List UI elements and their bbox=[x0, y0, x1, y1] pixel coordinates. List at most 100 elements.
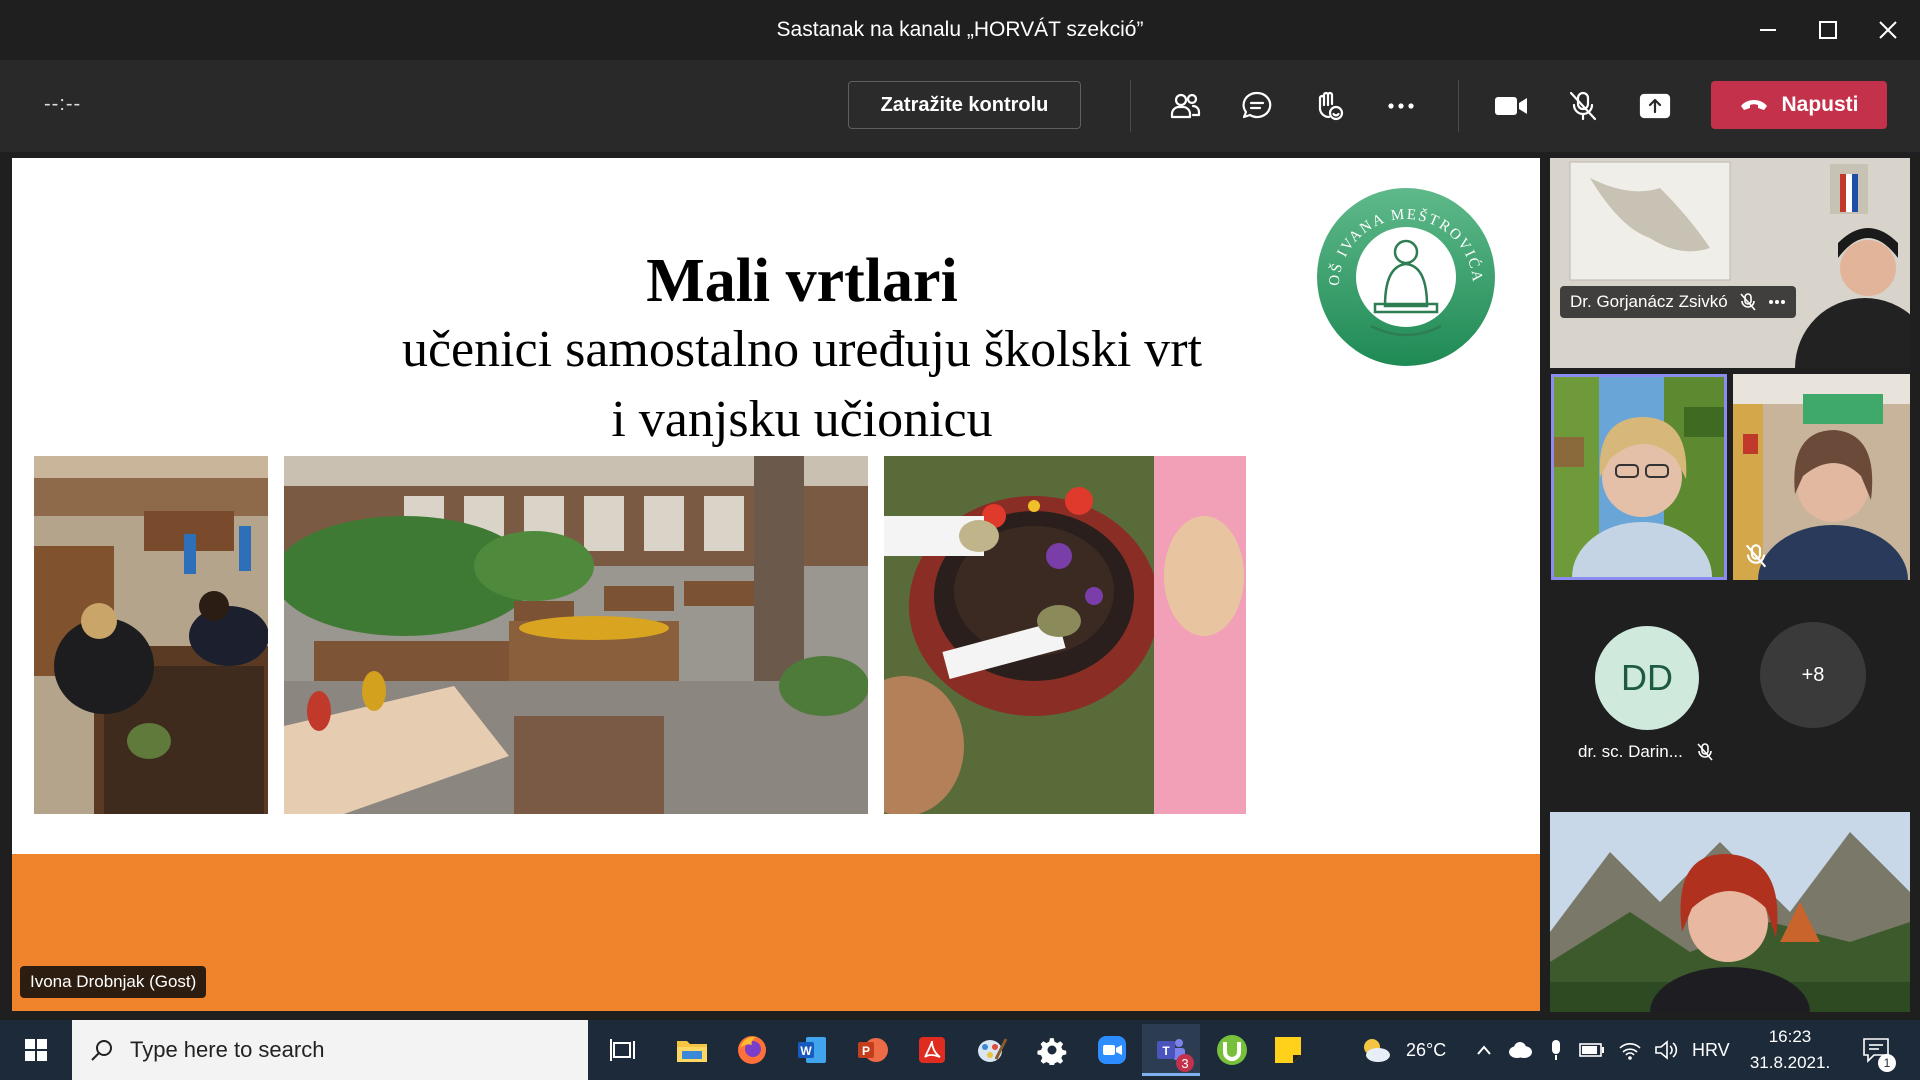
window-title: Sastanak na kanalu „HORVÁT szekció” bbox=[776, 18, 1144, 41]
minimize-icon bbox=[1760, 29, 1776, 31]
firefox-button[interactable] bbox=[724, 1024, 780, 1076]
windows-logo-icon bbox=[25, 1039, 47, 1061]
battery-icon bbox=[1579, 1043, 1604, 1057]
settings-button[interactable] bbox=[1024, 1024, 1080, 1076]
participant-video bbox=[1554, 377, 1724, 577]
powerpoint-button[interactable]: P bbox=[844, 1024, 900, 1076]
word-icon: W bbox=[798, 1037, 826, 1063]
microphone-tray-button[interactable] bbox=[1538, 1024, 1574, 1076]
zoom-icon bbox=[1098, 1036, 1126, 1064]
participant-video-tile[interactable]: Dr. Gorjanácz Zsivkó bbox=[1550, 158, 1910, 368]
weather-widget[interactable] bbox=[1348, 1024, 1404, 1076]
slide-subtitle-line1: učenici samostalno uređuju školski vrt bbox=[401, 321, 1203, 378]
share-screen-icon bbox=[1639, 93, 1671, 119]
camera-icon bbox=[1495, 97, 1527, 115]
volume-button[interactable] bbox=[1648, 1024, 1684, 1076]
clock-time[interactable]: 16:23 bbox=[1742, 1027, 1838, 1047]
garden-photo-planting bbox=[34, 456, 268, 814]
task-view-icon bbox=[610, 1039, 635, 1061]
svg-text:W: W bbox=[800, 1044, 812, 1058]
participant-name: Dr. Gorjanácz Zsivkó bbox=[1570, 292, 1728, 311]
phone-hangup-icon bbox=[1741, 100, 1768, 110]
raise-hand-button[interactable] bbox=[1305, 82, 1353, 130]
close-button[interactable] bbox=[1852, 0, 1920, 60]
teams-notification-badge: 3 bbox=[1176, 1054, 1194, 1072]
participant-name-label: dr. sc. Darin... bbox=[1578, 742, 1713, 762]
participant-avatar[interactable]: DD bbox=[1595, 626, 1699, 730]
notification-center-button[interactable]: 1 bbox=[1848, 1024, 1904, 1076]
participant-name-label: Dr. Gorjanácz Zsivkó bbox=[1560, 286, 1796, 318]
show-hidden-icons-button[interactable] bbox=[1466, 1024, 1502, 1076]
meeting-toolbar: --:-- Zatražite kontrolu Napusti bbox=[0, 60, 1920, 152]
microphone-muted-icon bbox=[1740, 293, 1756, 311]
more-options-button[interactable] bbox=[1377, 82, 1425, 130]
garden-photo-raised-beds bbox=[284, 456, 868, 814]
folder-icon bbox=[677, 1041, 707, 1062]
chat-button[interactable] bbox=[1233, 82, 1281, 130]
toolbar-divider bbox=[1130, 80, 1131, 132]
slide-title: Mali vrtlari bbox=[646, 247, 958, 315]
cloud-icon bbox=[1509, 1042, 1532, 1058]
slide-subtitle-line2: i vanjsku učionicu bbox=[611, 391, 993, 448]
leave-label: Napusti bbox=[1781, 93, 1859, 116]
onedrive-button[interactable] bbox=[1502, 1024, 1538, 1076]
sticky-notes-button[interactable] bbox=[1260, 1024, 1316, 1076]
utorrent-button[interactable] bbox=[1204, 1024, 1260, 1076]
microphone-muted-icon bbox=[1569, 91, 1597, 121]
shared-presentation-slide: Mali vrtlari učenici samostalno uređuju … bbox=[12, 158, 1540, 1011]
share-screen-button[interactable] bbox=[1631, 82, 1679, 130]
school-logo: OŠ IVANA MEŠTROVIĆA bbox=[1317, 188, 1495, 366]
taskbar-search-box[interactable]: Type here to search bbox=[72, 1020, 588, 1080]
file-explorer-button[interactable] bbox=[664, 1024, 720, 1076]
microphone-icon bbox=[1552, 1040, 1560, 1060]
participant-name: dr. sc. Darin... bbox=[1578, 742, 1683, 761]
acrobat-button[interactable] bbox=[904, 1024, 960, 1076]
garden-photo-tyre-planter bbox=[884, 456, 1246, 814]
slide-footer-band bbox=[12, 854, 1540, 1011]
participants-button[interactable] bbox=[1161, 82, 1209, 130]
word-button[interactable]: W bbox=[784, 1024, 840, 1076]
maximize-icon bbox=[1819, 21, 1837, 39]
speaker-icon bbox=[1655, 1040, 1678, 1060]
start-button[interactable] bbox=[0, 1020, 72, 1080]
leave-button[interactable]: Napusti bbox=[1711, 81, 1887, 129]
participant-video-tile[interactable] bbox=[1550, 812, 1910, 1012]
powerpoint-icon: P bbox=[858, 1038, 888, 1062]
close-icon bbox=[1879, 21, 1897, 39]
participant-video-tile[interactable] bbox=[1733, 374, 1910, 580]
more-icon bbox=[1388, 103, 1414, 109]
chevron-up-icon bbox=[1477, 1045, 1491, 1055]
toolbar-divider bbox=[1458, 80, 1459, 132]
more-participants-button[interactable]: +8 bbox=[1760, 622, 1866, 728]
participant-video bbox=[1550, 812, 1910, 1012]
participant-video bbox=[1550, 158, 1910, 368]
presenter-name-label: Ivona Drobnjak (Gost) bbox=[20, 966, 207, 998]
gear-icon bbox=[1037, 1038, 1067, 1065]
search-placeholder: Type here to search bbox=[130, 1037, 325, 1062]
wifi-button[interactable] bbox=[1612, 1024, 1648, 1076]
battery-button[interactable] bbox=[1574, 1024, 1610, 1076]
teams-button[interactable]: T 3 bbox=[1142, 1024, 1200, 1076]
keyboard-language[interactable]: HRV bbox=[1692, 1040, 1730, 1061]
more-icon[interactable] bbox=[1768, 299, 1786, 305]
clock-date[interactable]: 31.8.2021. bbox=[1742, 1053, 1838, 1073]
meeting-stage: Mali vrtlari učenici samostalno uređuju … bbox=[0, 152, 1920, 1020]
notification-count-badge: 1 bbox=[1878, 1054, 1896, 1072]
microphone-button[interactable] bbox=[1559, 82, 1607, 130]
weather-temperature: 26°C bbox=[1406, 1040, 1447, 1060]
participant-video-tile-active[interactable] bbox=[1551, 374, 1727, 580]
partly-cloudy-icon bbox=[1364, 1039, 1390, 1062]
request-control-button[interactable]: Zatražite kontrolu bbox=[848, 81, 1081, 129]
camera-button[interactable] bbox=[1487, 82, 1535, 130]
utorrent-icon bbox=[1217, 1035, 1247, 1065]
pdf-icon bbox=[919, 1037, 945, 1063]
svg-text:P: P bbox=[862, 1044, 870, 1058]
zoom-button[interactable] bbox=[1084, 1024, 1140, 1076]
task-view-button[interactable] bbox=[596, 1024, 652, 1076]
meeting-timer: --:-- bbox=[44, 93, 82, 115]
title-bar: Sastanak na kanalu „HORVÁT szekció” bbox=[0, 0, 1920, 60]
paint-button[interactable] bbox=[964, 1024, 1020, 1076]
firefox-icon bbox=[738, 1036, 766, 1064]
windows-taskbar: Type here to search W P T 3 26°C HRV 16:… bbox=[0, 1020, 1920, 1080]
wifi-icon bbox=[1619, 1043, 1641, 1060]
